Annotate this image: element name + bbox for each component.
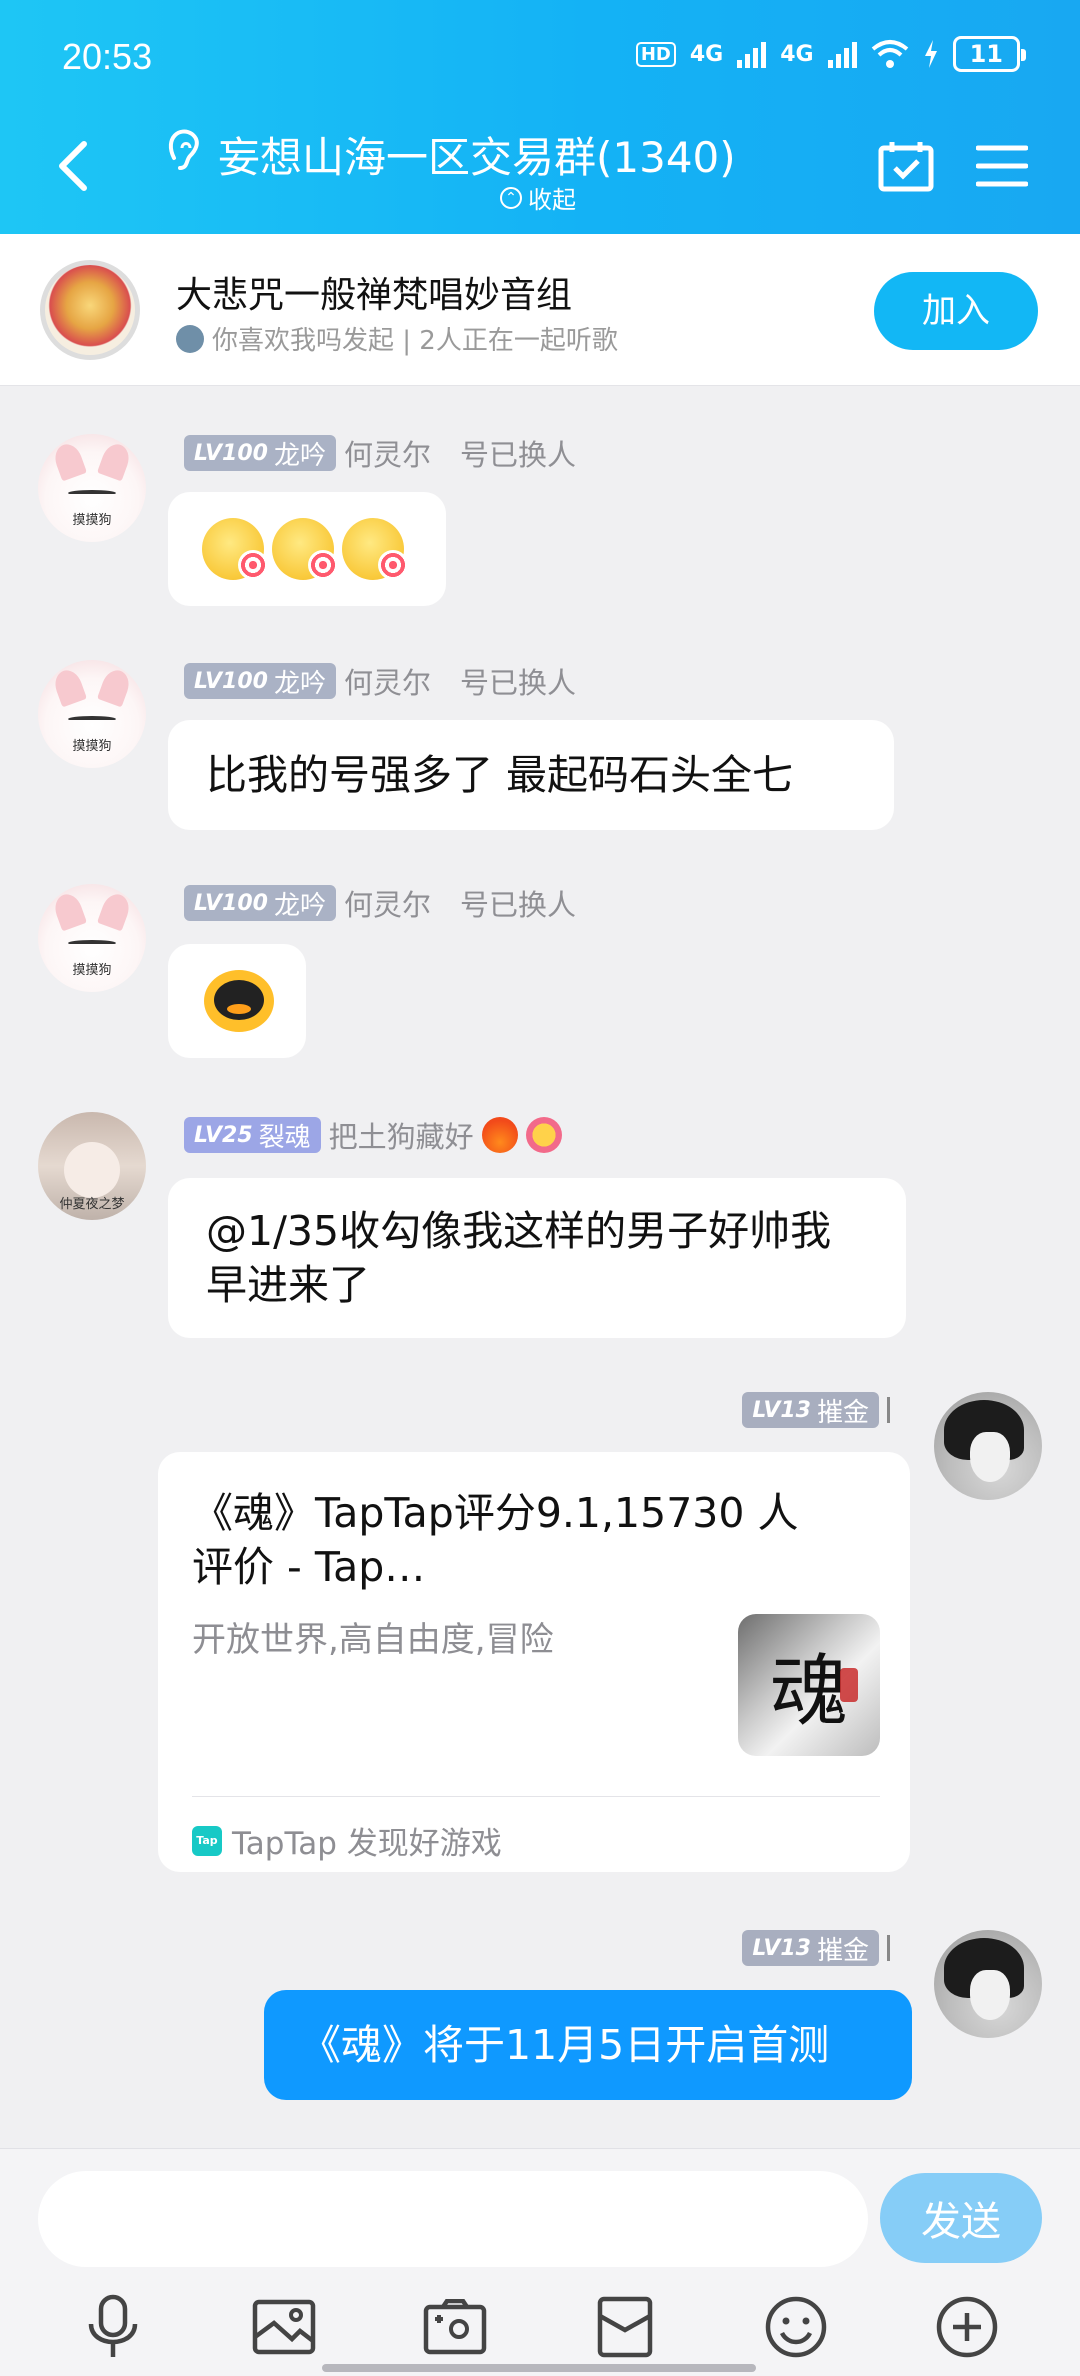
listen-together-banner[interactable]: 大悲咒一般禅梵唱妙音组 你喜欢我吗发起 | 2人正在一起听歌 加入 — [0, 234, 1080, 386]
level-badge: LV100 龙吟 — [184, 435, 336, 471]
net1-label: 4G — [689, 41, 724, 67]
net2-label: 4G — [780, 41, 814, 67]
avatar[interactable]: 仲夏夜之梦 — [38, 1112, 146, 1220]
wifi-icon — [871, 40, 908, 68]
sender-name[interactable]: 何灵尔 号已换人 — [344, 432, 576, 474]
level-title: 龙吟 — [273, 668, 326, 699]
avatar[interactable]: 摸摸狗 — [38, 660, 146, 768]
back-button[interactable] — [54, 140, 94, 192]
toolbar — [0, 2289, 1080, 2373]
lollipop-emoji — [342, 518, 408, 580]
self-avatar[interactable] — [934, 1392, 1042, 1500]
lollipop-emoji — [202, 518, 268, 580]
image-icon[interactable] — [246, 2289, 322, 2365]
fire-icon — [481, 1117, 518, 1153]
avatar-caption: 摸摸狗 — [72, 513, 112, 528]
card-description: 开放世界,高自由度,冒险 — [192, 1620, 554, 1660]
hd-icon: HD — [635, 41, 676, 67]
level-badge: LV13 摧金 — [742, 1392, 879, 1428]
level-label: LV100 — [194, 668, 268, 694]
banner-subtitle: 你喜欢我吗发起 | 2人正在一起听歌 — [176, 320, 618, 357]
join-button[interactable]: 加入 — [874, 272, 1038, 350]
level-label: LV100 — [194, 890, 268, 916]
avatar[interactable]: 摸摸狗 — [38, 884, 146, 992]
banner-subtitle-text: 你喜欢我吗发起 | 2人正在一起听歌 — [212, 326, 618, 356]
sender-line: LV13 摧金 — [742, 1930, 890, 1966]
music-cover-avatar — [40, 260, 140, 360]
sender-name[interactable]: 何灵尔 号已换人 — [344, 882, 576, 924]
card-divider — [192, 1796, 880, 1797]
avatar[interactable]: 摸摸狗 — [38, 434, 146, 542]
sender-line: LV100 龙吟 何灵尔 号已换人 — [184, 432, 576, 474]
level-title: 摧金 — [816, 1935, 869, 1966]
plus-icon[interactable] — [929, 2289, 1005, 2365]
thumb-text: 魂 — [769, 1647, 848, 1737]
message-bubble[interactable]: 比我的号强多了 最起码石头全七 — [168, 720, 894, 830]
collapse-toggle[interactable]: ⌃ 收起 — [500, 180, 576, 215]
message-bubble[interactable] — [168, 944, 306, 1058]
level-label: LV13 — [752, 1397, 811, 1423]
self-avatar[interactable] — [934, 1930, 1042, 2038]
sender-line: LV100 龙吟 何灵尔 号已换人 — [184, 882, 576, 924]
cursor-mark — [887, 1397, 890, 1423]
battery-icon: 11 — [952, 36, 1027, 72]
level-badge: LV25 裂魂 — [184, 1117, 321, 1153]
chat-header: 20:53 HD 4G 4G 11 妄想山海一区交易群(1340) ⌃ 收起 — [0, 0, 1080, 234]
avatar-caption: 摸摸狗 — [72, 739, 112, 754]
level-title: 龙吟 — [273, 890, 326, 921]
level-label: LV25 — [194, 1122, 253, 1148]
level-badge: LV100 龙吟 — [184, 885, 336, 921]
chevron-up-icon: ⌃ — [500, 186, 522, 209]
calendar-check-icon[interactable] — [878, 140, 934, 192]
status-icons: HD 4G 4G 11 — [635, 36, 1027, 72]
card-source-text: TapTap 发现好游戏 — [232, 1826, 502, 1862]
level-title: 摧金 — [816, 1397, 869, 1428]
message-bubble[interactable] — [168, 492, 446, 606]
charging-icon — [924, 40, 937, 68]
level-title: 裂魂 — [258, 1122, 311, 1153]
mini-avatar — [176, 324, 204, 353]
signal-icon-2 — [827, 40, 857, 68]
cursor-mark — [887, 1935, 890, 1961]
message-bubble[interactable]: 《魂》将于11月5日开启首测 — [264, 1990, 912, 2100]
message-input[interactable] — [38, 2171, 868, 2267]
emoji-icon[interactable] — [758, 2289, 834, 2365]
message-bubble[interactable]: @1/35收勾像我这样的男子好帅我早进来了 — [168, 1178, 906, 1338]
collapse-label: 收起 — [528, 186, 576, 214]
lollipop-emoji — [272, 518, 338, 580]
sender-line: LV25 裂魂 把土狗藏好 — [184, 1114, 562, 1156]
send-button[interactable]: 发送 — [880, 2173, 1042, 2263]
microphone-icon[interactable] — [75, 2289, 151, 2365]
taptap-logo-icon: Tap — [192, 1825, 222, 1856]
card-title: 《魂》TapTap评分9.1,15730 人评价 - Tap… — [192, 1489, 799, 1591]
composer: 发送 — [0, 2148, 1080, 2376]
signal-icon — [737, 40, 767, 68]
banner-title: 大悲咒一般禅梵唱妙音组 — [176, 275, 573, 316]
sender-name[interactable]: 把土狗藏好 — [329, 1114, 474, 1156]
group-title[interactable]: 妄想山海一区交易群(1340) — [218, 124, 736, 185]
avatar-caption: 摸摸狗 — [72, 963, 112, 978]
level-badge: LV100 龙吟 — [184, 663, 336, 699]
sender-line: LV13 摧金 — [742, 1392, 890, 1428]
link-card[interactable]: 《魂》TapTap评分9.1,15730 人评价 - Tap… 开放世界,高自由… — [158, 1452, 910, 1872]
qq-penguin-emoji — [204, 970, 274, 1032]
status-time: 20:53 — [62, 36, 153, 77]
flower-icon — [525, 1117, 562, 1153]
camera-icon[interactable] — [417, 2289, 493, 2365]
level-badge: LV13 摧金 — [742, 1930, 879, 1966]
ear-icon — [168, 129, 199, 170]
sender-name[interactable]: 何灵尔 号已换人 — [344, 660, 576, 702]
sender-line: LV100 龙吟 何灵尔 号已换人 — [184, 660, 576, 702]
level-label: LV100 — [194, 440, 268, 466]
level-title: 龙吟 — [273, 440, 326, 471]
home-indicator[interactable] — [322, 2364, 756, 2372]
menu-icon[interactable] — [976, 144, 1028, 188]
card-source: Tap TapTap 发现好游戏 — [192, 1818, 502, 1863]
level-label: LV13 — [752, 1935, 811, 1961]
card-thumbnail: 魂 — [738, 1614, 880, 1756]
avatar-caption: 仲夏夜之梦 — [59, 1197, 125, 1212]
red-packet-icon[interactable] — [587, 2289, 663, 2365]
